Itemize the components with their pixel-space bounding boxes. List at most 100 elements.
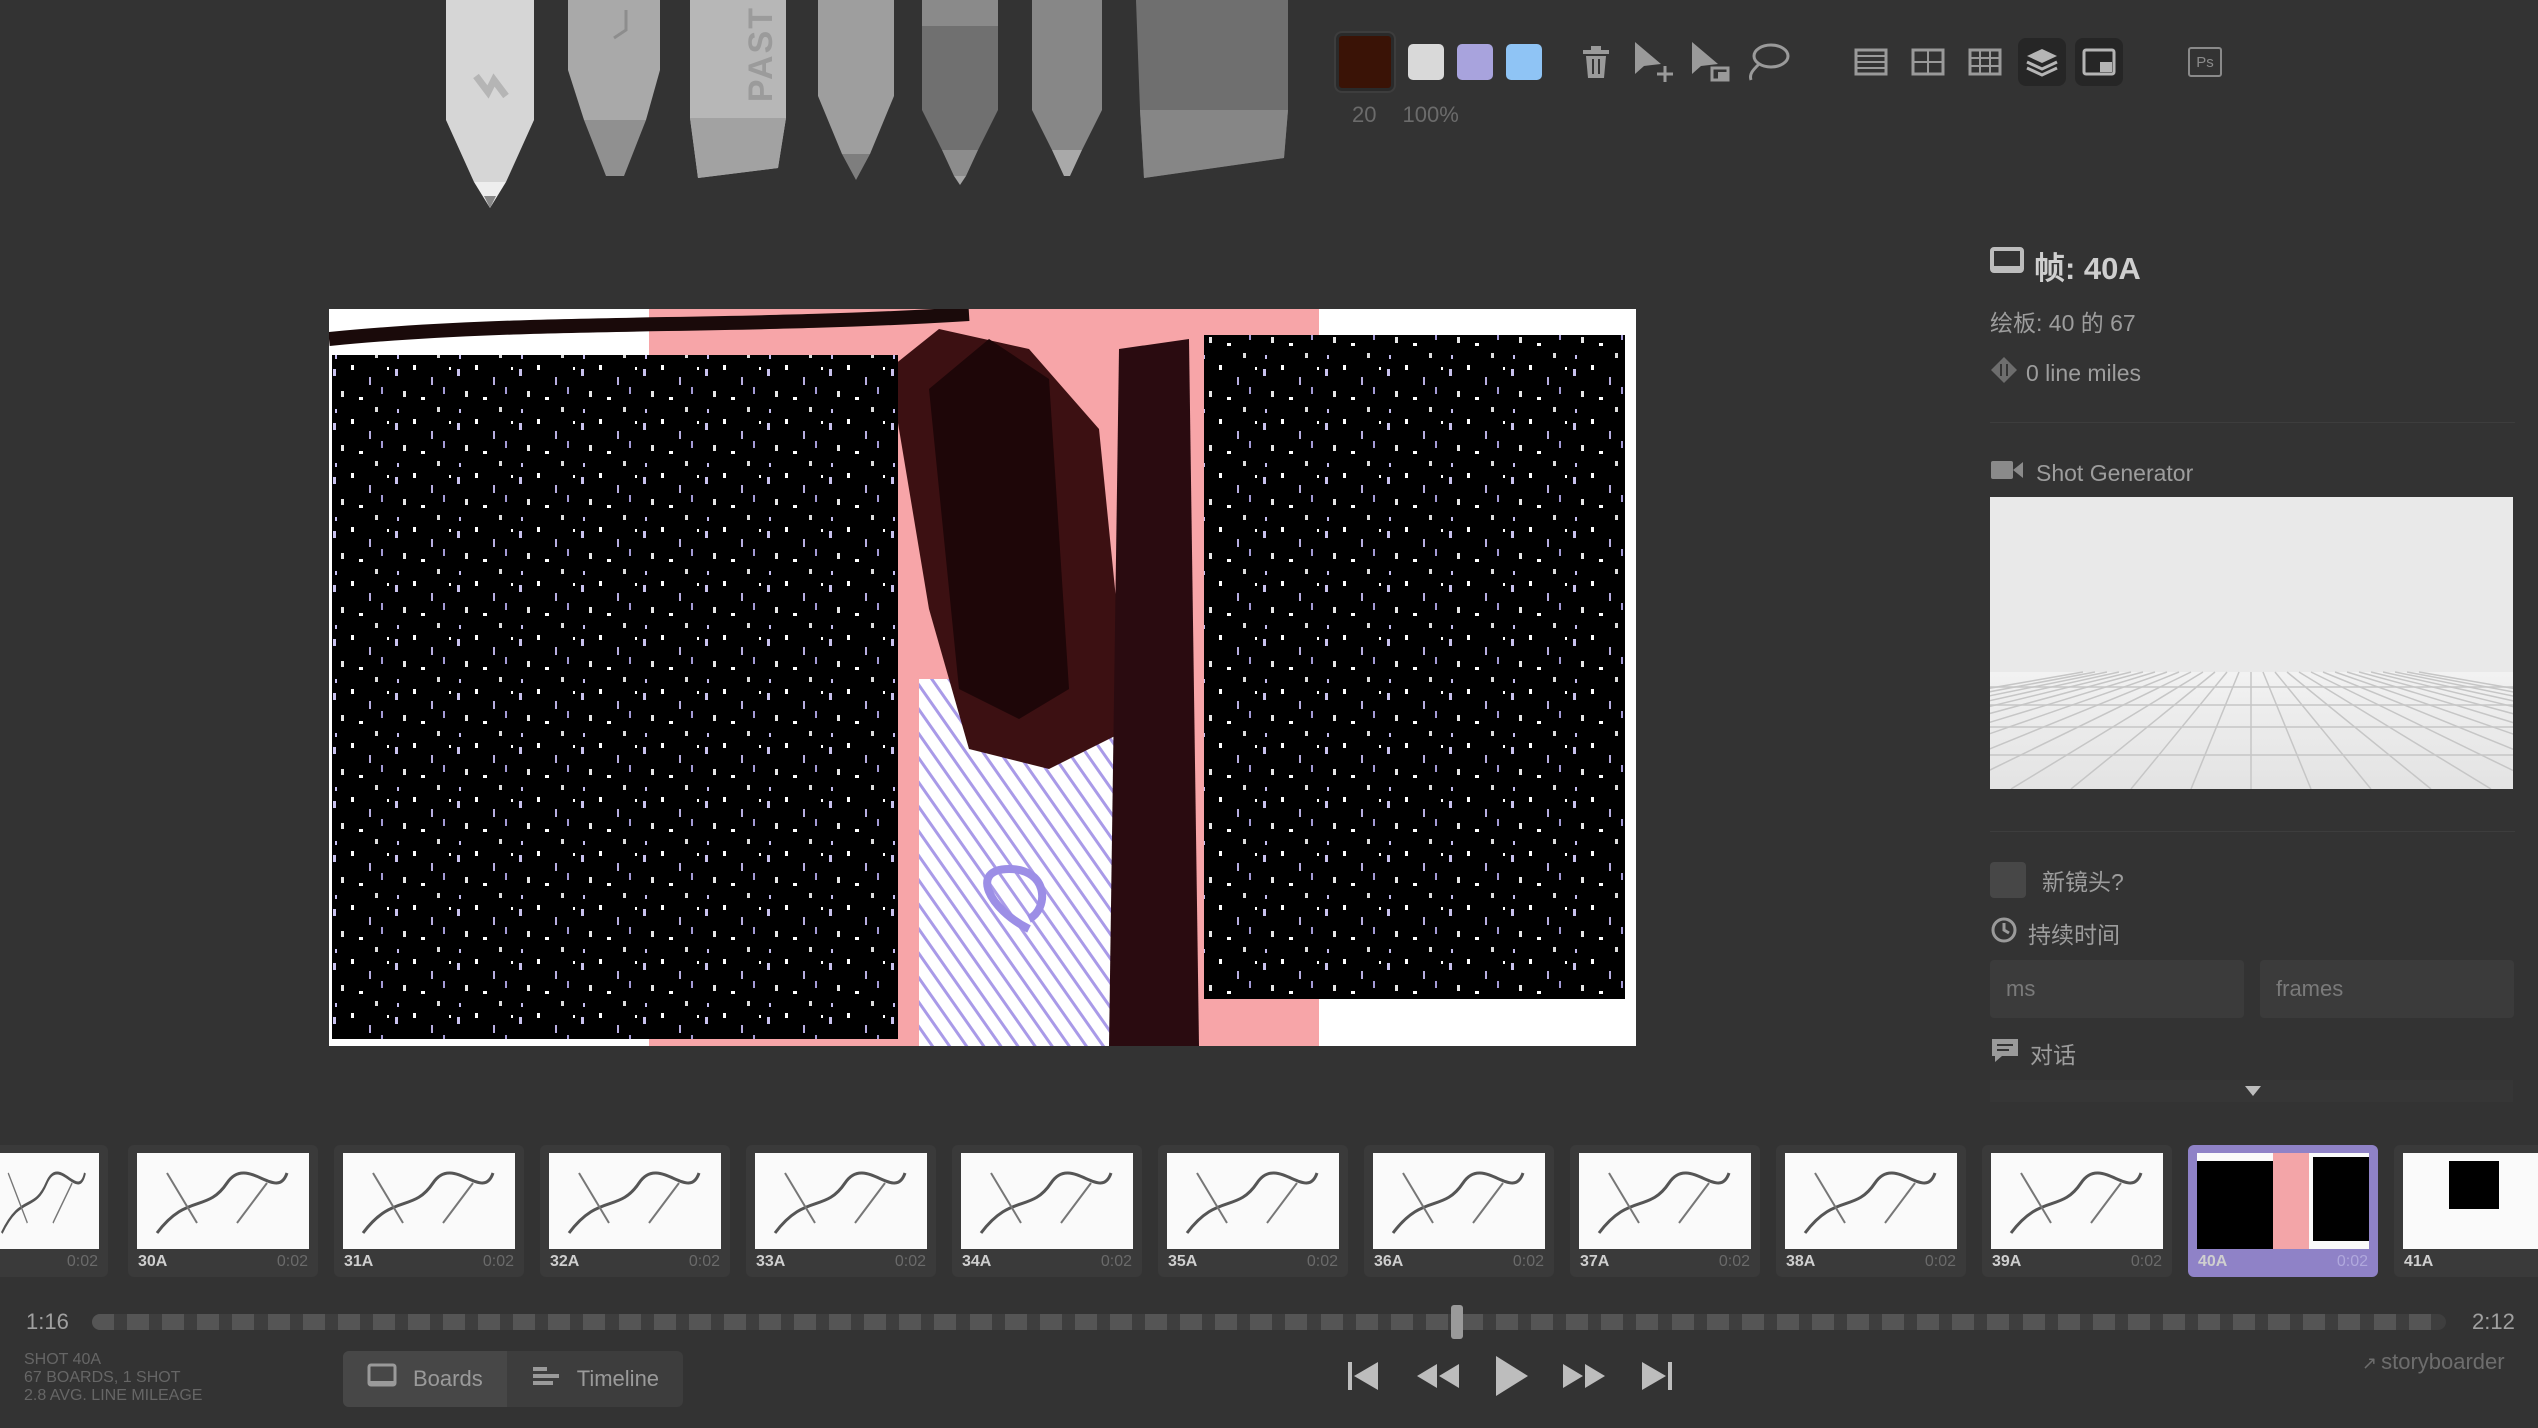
palette-swatch-2[interactable]: [1457, 44, 1493, 80]
current-color-swatch[interactable]: [1336, 33, 1394, 91]
play-icon[interactable]: [1488, 1348, 1534, 1404]
timeline-segment: [2057, 1314, 2080, 1330]
palette-swatch-1[interactable]: [1408, 44, 1444, 80]
grid-thirds-icon[interactable]: [1961, 38, 2009, 86]
timeline-segment: [2092, 1314, 2115, 1330]
board-thumbnail[interactable]: 40A 0:02: [2188, 1145, 2378, 1277]
board-thumbnail[interactable]: 32A 0:02: [540, 1145, 730, 1277]
timeline-segment: [1601, 1314, 1624, 1330]
board-thumbnail[interactable]: 39A 0:02: [1982, 1145, 2172, 1277]
timeline-segment: [1320, 1314, 1343, 1330]
layers-icon[interactable]: [2018, 38, 2066, 86]
dialogue-input[interactable]: [1990, 1080, 2513, 1102]
board-thumbnail[interactable]: 0:02: [0, 1145, 108, 1277]
board-thumbnail[interactable]: 33A 0:02: [746, 1145, 936, 1277]
lasso-icon[interactable]: [1743, 38, 1791, 86]
timeline-segment: [1460, 1314, 1483, 1330]
board-thumbnail[interactable]: 38A 0:02: [1776, 1145, 1966, 1277]
palette-swatch-3[interactable]: [1506, 44, 1542, 80]
storyboarder-logo: ↗ storyboarder: [2362, 1349, 2505, 1375]
board-thumbnail[interactable]: 30A 0:02: [128, 1145, 318, 1277]
timeline-segment: [127, 1314, 150, 1330]
trash-icon[interactable]: [1572, 38, 1620, 86]
dialogue-label: 对话: [2030, 1042, 2076, 1068]
timeline-segment: [1285, 1314, 1308, 1330]
thumbnail-image: [1991, 1153, 2163, 1249]
chevron-down-icon: [2244, 1084, 2262, 1102]
thumbnail-label: 38A: [1786, 1253, 1816, 1270]
eraser-tool[interactable]: [1134, 0, 1290, 185]
project-info: SHOT 40A 67 BOARDS, 1 SHOT 2.8 AVG. LINE…: [24, 1351, 202, 1405]
frame-heading: 帧: 40A: [1990, 240, 2515, 290]
timeline-segment: [1776, 1314, 1799, 1330]
divider: [1990, 831, 2515, 832]
grid-quarters-icon[interactable]: [1904, 38, 1952, 86]
timeline-segment: [232, 1314, 255, 1330]
board-thumbnail[interactable]: 37A 0:02: [1570, 1145, 1760, 1277]
boards-view-button[interactable]: Boards: [343, 1351, 507, 1407]
timeline-segment: [829, 1314, 852, 1330]
thumbnail-image: [1167, 1153, 1339, 1249]
board-thumbnail[interactable]: 34A 0:02: [952, 1145, 1142, 1277]
duration-frames-input[interactable]: frames: [2260, 960, 2514, 1018]
pen-tool[interactable]: [922, 0, 998, 190]
duration-label: 持续时间: [2028, 922, 2120, 948]
board-info-panel: 帧: 40A 绘板: 40 的 67 0 line miles Shot Gen…: [1990, 240, 2515, 1102]
timeline-segment: [1706, 1314, 1729, 1330]
ps-label: Ps: [2188, 47, 2222, 77]
marker-tool[interactable]: [1032, 0, 1102, 185]
scale-icon[interactable]: [1686, 38, 1734, 86]
timeline-segment: [513, 1314, 536, 1330]
light-pencil-tool[interactable]: [440, 0, 540, 220]
onion-skin-icon[interactable]: [2075, 38, 2123, 86]
pencil-tool[interactable]: [818, 0, 894, 185]
skip-back-icon[interactable]: [1340, 1348, 1386, 1404]
timeline-segment: [1074, 1314, 1097, 1330]
dialogue-header: 对话: [1990, 1036, 2515, 1070]
duration-ms-input[interactable]: ms: [1990, 960, 2244, 1018]
timeline-segment: [934, 1314, 957, 1330]
board-thumbnail[interactable]: 31A 0:02: [334, 1145, 524, 1277]
new-shot-checkbox[interactable]: [1990, 862, 2026, 898]
thumbnail-label: 35A: [1168, 1253, 1198, 1270]
timeline-segment: [758, 1314, 781, 1330]
thumbnail-image: [961, 1153, 1133, 1249]
thumbnail-duration: 0:02: [1100, 1253, 1132, 1270]
skip-forward-icon[interactable]: [1634, 1348, 1680, 1404]
timeline-segment: [1145, 1314, 1167, 1330]
timeline-segment: [2198, 1314, 2220, 1330]
timeline-segment: [2373, 1314, 2396, 1330]
photoshop-button[interactable]: Ps: [2181, 38, 2229, 86]
timeline-segment: [653, 1314, 676, 1330]
frame-title: 帧: 40A: [2034, 250, 2141, 286]
board-thumbnail[interactable]: 36A 0:02: [1364, 1145, 1554, 1277]
timeline-segment: [372, 1314, 395, 1330]
timeline-view-button[interactable]: Timeline: [507, 1351, 683, 1407]
timeline-scrubber[interactable]: [92, 1314, 2446, 1330]
clock-icon: [1990, 916, 2018, 950]
thumbnail-duration: 0:02: [2130, 1253, 2162, 1270]
board-thumbnail[interactable]: 41A: [2394, 1145, 2538, 1277]
thumbnail-label: 31A: [344, 1253, 374, 1270]
boards-tab-label: Boards: [413, 1366, 483, 1391]
playhead[interactable]: [1451, 1305, 1464, 1339]
thumbnail-duration: 0:02: [1306, 1253, 1338, 1270]
thumbnail-image: [1785, 1153, 1957, 1249]
timeline-segment: [969, 1314, 992, 1330]
rewind-icon[interactable]: [1412, 1348, 1464, 1404]
timeline-segment: [1811, 1314, 1834, 1330]
speech-bubble-icon: [1990, 1036, 2020, 1070]
timeline-segment: [1390, 1314, 1413, 1330]
fast-forward-icon[interactable]: [1558, 1348, 1610, 1404]
timeline-segment: [2408, 1314, 2431, 1330]
drawing-canvas[interactable]: [329, 309, 1636, 1046]
grid-halves-icon[interactable]: [1847, 38, 1895, 86]
timeline-segment: [583, 1314, 606, 1330]
pastel-tool[interactable]: PAST: [690, 0, 786, 185]
board-thumbnail[interactable]: 35A 0:02: [1158, 1145, 1348, 1277]
brush-pen-tool[interactable]: [566, 0, 662, 185]
shot-generator-preview[interactable]: [1990, 497, 2513, 789]
timeline-segment: [1847, 1314, 1869, 1330]
timeline-start: 1:16: [26, 1309, 69, 1334]
move-icon[interactable]: [1629, 38, 1677, 86]
